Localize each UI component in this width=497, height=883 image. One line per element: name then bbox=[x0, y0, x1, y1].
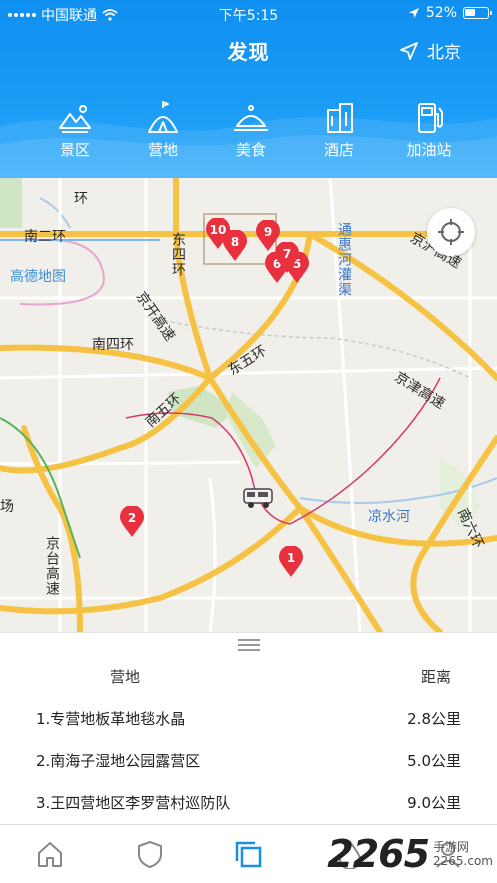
column-header-distance: 距离 bbox=[420, 668, 451, 686]
battery-icon bbox=[463, 7, 492, 19]
marker-number: 7 bbox=[282, 247, 292, 261]
category-bar: 景区 营地 美食 酒店 加油站 bbox=[0, 100, 497, 170]
category-label: 景区 bbox=[59, 141, 90, 159]
map-marker[interactable]: 2 bbox=[119, 505, 145, 538]
map-label-jingtai: 京台高速 bbox=[44, 536, 60, 596]
locate-button[interactable] bbox=[427, 208, 475, 256]
category-food[interactable]: 美食 bbox=[211, 100, 291, 160]
shield-icon bbox=[138, 841, 162, 868]
status-bar: 中国联通 下午5:15 52% bbox=[0, 0, 497, 26]
map-label-ring2: 南二环 bbox=[24, 229, 66, 245]
column-header-name: 营地 bbox=[110, 668, 141, 686]
category-gas[interactable]: 加油站 bbox=[389, 100, 469, 160]
city-selector[interactable]: 北京 bbox=[399, 38, 461, 63]
camp-distance: 2.8公里 bbox=[407, 710, 461, 728]
category-hotel[interactable]: 酒店 bbox=[299, 100, 379, 160]
map-label-ring-top: 环 bbox=[74, 191, 88, 207]
list-item[interactable]: 2.南海子湿地公园露营区 5.0公里 bbox=[0, 742, 497, 782]
map-label-ring4-east: 东四环 bbox=[170, 232, 186, 277]
category-label: 加油站 bbox=[406, 141, 452, 159]
watermark: 2265 手游网 2265.com bbox=[327, 830, 493, 878]
list-item[interactable]: 1.专营地板革地毯水晶 2.8公里 bbox=[0, 700, 497, 740]
map-label-liangshui: 凉水河 bbox=[368, 509, 410, 525]
marker-number: 1 bbox=[286, 551, 296, 565]
rv-vehicle-icon bbox=[243, 488, 273, 508]
camp-distance: 9.0公里 bbox=[407, 794, 461, 812]
food-cloche-icon bbox=[234, 105, 268, 131]
list-item[interactable]: 3.王四营地区李罗营村巡防队 9.0公里 bbox=[0, 784, 497, 824]
gas-station-icon bbox=[418, 103, 443, 133]
marker-number: 2 bbox=[127, 511, 137, 525]
camp-name: 3.王四营地区李罗营村巡防队 bbox=[36, 794, 231, 812]
crosshair-icon bbox=[438, 219, 464, 245]
home-icon bbox=[38, 842, 62, 867]
map-marker[interactable]: 8 bbox=[222, 229, 248, 262]
watermark-number: 2265 bbox=[327, 832, 430, 876]
tent-icon bbox=[148, 101, 178, 133]
camp-list: 营地 距离 1.专营地板革地毯水晶 2.8公里 2.南海子湿地公园露营区 5.0… bbox=[0, 656, 497, 824]
watermark-domain: 2265.com bbox=[433, 854, 493, 868]
map-label-tonghui: 通惠河灌渠 bbox=[336, 222, 352, 297]
category-label: 营地 bbox=[147, 141, 178, 159]
drag-handle-icon bbox=[237, 636, 260, 654]
mountain-icon bbox=[59, 105, 91, 133]
header: 中国联通 下午5:15 52% 发现 北京 景区 营地 美食 酒店 加油站 bbox=[0, 0, 497, 178]
camp-distance: 5.0公里 bbox=[407, 752, 461, 770]
map-marker[interactable]: 1 bbox=[278, 545, 304, 578]
map-view[interactable]: 南二环 高德地图 南四环 东四环 东五环 南五环 京开高速 京沪高速 京津高速 … bbox=[0, 178, 497, 632]
category-label: 美食 bbox=[235, 141, 266, 159]
battery-percent: 52% bbox=[425, 5, 457, 21]
city-name: 北京 bbox=[427, 43, 461, 63]
discover-icon bbox=[235, 841, 262, 868]
hotel-icon bbox=[327, 103, 353, 133]
tab-discover[interactable] bbox=[228, 839, 268, 873]
watermark-site: 手游网 bbox=[433, 840, 470, 854]
map-label-airport: 场 bbox=[0, 499, 14, 515]
map-label-ring4: 南四环 bbox=[92, 337, 134, 353]
marker-number: 8 bbox=[230, 235, 240, 249]
category-label: 酒店 bbox=[323, 141, 354, 159]
drawer-handle[interactable] bbox=[0, 632, 497, 656]
tab-home[interactable] bbox=[30, 839, 70, 873]
location-arrow-icon bbox=[408, 8, 419, 18]
tab-safety[interactable] bbox=[130, 839, 170, 873]
category-scenic[interactable]: 景区 bbox=[35, 100, 115, 160]
navigation-arrow-icon bbox=[400, 41, 418, 60]
map-marker[interactable]: 7 bbox=[274, 241, 300, 274]
map-label-brand: 高德地图 bbox=[10, 269, 66, 285]
category-camp[interactable]: 营地 bbox=[123, 100, 203, 160]
marker-number: 9 bbox=[263, 225, 273, 239]
camp-name: 2.南海子湿地公园露营区 bbox=[36, 752, 201, 770]
camp-name: 1.专营地板革地毯水晶 bbox=[36, 710, 186, 728]
